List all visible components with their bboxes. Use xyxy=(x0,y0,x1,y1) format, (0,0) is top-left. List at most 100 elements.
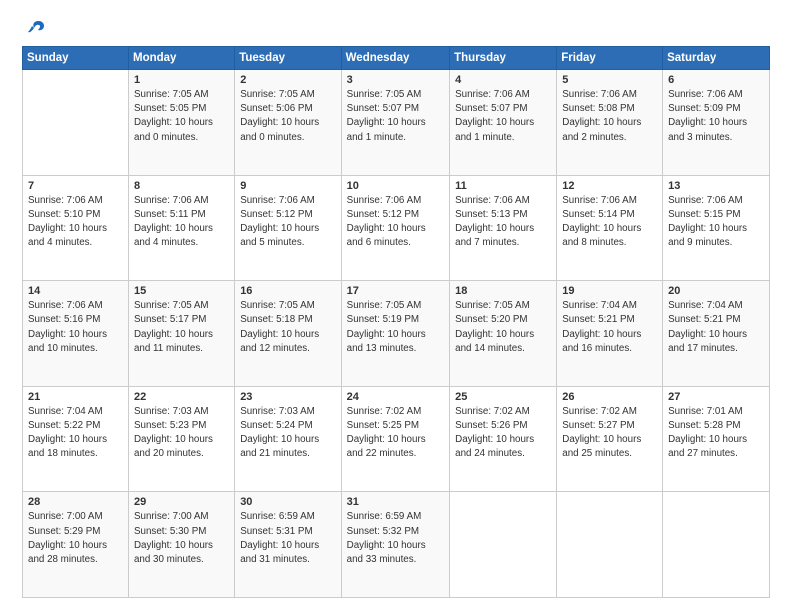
day-number: 22 xyxy=(134,391,229,403)
calendar-week-row: 7 Sunrise: 7:06 AM Sunset: 5:10 PM Daylig… xyxy=(23,175,770,281)
day-info: Sunrise: 7:02 AM Sunset: 5:25 PM Dayligh… xyxy=(347,405,444,462)
day-number: 8 xyxy=(134,180,229,192)
header xyxy=(22,18,770,38)
day-info: Sunrise: 7:00 AM Sunset: 5:29 PM Dayligh… xyxy=(28,510,123,567)
day-info: Sunrise: 7:03 AM Sunset: 5:23 PM Dayligh… xyxy=(134,405,229,462)
calendar-header-friday: Friday xyxy=(557,47,663,70)
day-number: 19 xyxy=(562,285,657,297)
calendar-cell: 31 Sunrise: 6:59 AM Sunset: 5:32 PM Dayli… xyxy=(341,492,449,598)
calendar-cell: 7 Sunrise: 7:06 AM Sunset: 5:10 PM Daylig… xyxy=(23,175,129,281)
calendar-cell: 5 Sunrise: 7:06 AM Sunset: 5:08 PM Daylig… xyxy=(557,70,663,176)
day-number: 18 xyxy=(455,285,551,297)
calendar-week-row: 21 Sunrise: 7:04 AM Sunset: 5:22 PM Dayli… xyxy=(23,386,770,492)
calendar-cell: 22 Sunrise: 7:03 AM Sunset: 5:23 PM Dayli… xyxy=(128,386,234,492)
day-info: Sunrise: 7:06 AM Sunset: 5:14 PM Dayligh… xyxy=(562,194,657,251)
day-number: 6 xyxy=(668,74,764,86)
calendar-cell: 30 Sunrise: 6:59 AM Sunset: 5:31 PM Dayli… xyxy=(235,492,341,598)
day-info: Sunrise: 7:02 AM Sunset: 5:27 PM Dayligh… xyxy=(562,405,657,462)
calendar-cell: 9 Sunrise: 7:06 AM Sunset: 5:12 PM Daylig… xyxy=(235,175,341,281)
day-info: Sunrise: 7:04 AM Sunset: 5:22 PM Dayligh… xyxy=(28,405,123,462)
calendar-cell: 4 Sunrise: 7:06 AM Sunset: 5:07 PM Daylig… xyxy=(450,70,557,176)
calendar-cell: 6 Sunrise: 7:06 AM Sunset: 5:09 PM Daylig… xyxy=(663,70,770,176)
day-number: 23 xyxy=(240,391,335,403)
day-info: Sunrise: 7:00 AM Sunset: 5:30 PM Dayligh… xyxy=(134,510,229,567)
day-info: Sunrise: 6:59 AM Sunset: 5:32 PM Dayligh… xyxy=(347,510,444,567)
calendar-cell: 24 Sunrise: 7:02 AM Sunset: 5:25 PM Dayli… xyxy=(341,386,449,492)
day-info: Sunrise: 7:05 AM Sunset: 5:19 PM Dayligh… xyxy=(347,299,444,356)
day-number: 29 xyxy=(134,496,229,508)
calendar-cell: 13Sunrise: 7:06 AM Sunset: 5:15 PM Dayli… xyxy=(663,175,770,281)
calendar-cell: 19 Sunrise: 7:04 AM Sunset: 5:21 PM Dayli… xyxy=(557,281,663,387)
page: SundayMondayTuesdayWednesdayThursdayFrid… xyxy=(0,0,792,612)
calendar-cell: 26 Sunrise: 7:02 AM Sunset: 5:27 PM Dayli… xyxy=(557,386,663,492)
day-number: 3 xyxy=(347,74,444,86)
day-number: 30 xyxy=(240,496,335,508)
day-number: 7 xyxy=(28,180,123,192)
day-info: Sunrise: 7:06 AM Sunset: 5:08 PM Dayligh… xyxy=(562,88,657,145)
day-info: Sunrise: 7:05 AM Sunset: 5:20 PM Dayligh… xyxy=(455,299,551,356)
day-number: 14 xyxy=(28,285,123,297)
day-number: 11 xyxy=(455,180,551,192)
day-info: Sunrise: 7:04 AM Sunset: 5:21 PM Dayligh… xyxy=(562,299,657,356)
day-number: 26 xyxy=(562,391,657,403)
calendar-cell xyxy=(663,492,770,598)
calendar-cell: 14Sunrise: 7:06 AM Sunset: 5:16 PM Dayli… xyxy=(23,281,129,387)
day-number: 17 xyxy=(347,285,444,297)
day-number: 9 xyxy=(240,180,335,192)
calendar-header-monday: Monday xyxy=(128,47,234,70)
calendar-header-sunday: Sunday xyxy=(23,47,129,70)
calendar-table: SundayMondayTuesdayWednesdayThursdayFrid… xyxy=(22,46,770,598)
calendar-header-tuesday: Tuesday xyxy=(235,47,341,70)
calendar-week-row: 14Sunrise: 7:06 AM Sunset: 5:16 PM Dayli… xyxy=(23,281,770,387)
calendar-cell xyxy=(450,492,557,598)
logo-bird-icon xyxy=(24,18,46,40)
calendar-cell: 1 Sunrise: 7:05 AM Sunset: 5:05 PM Daylig… xyxy=(128,70,234,176)
calendar-week-row: 28 Sunrise: 7:00 AM Sunset: 5:29 PM Dayli… xyxy=(23,492,770,598)
calendar-cell: 11 Sunrise: 7:06 AM Sunset: 5:13 PM Dayli… xyxy=(450,175,557,281)
day-number: 5 xyxy=(562,74,657,86)
calendar-cell: 17 Sunrise: 7:05 AM Sunset: 5:19 PM Dayli… xyxy=(341,281,449,387)
calendar-cell: 18 Sunrise: 7:05 AM Sunset: 5:20 PM Dayli… xyxy=(450,281,557,387)
day-number: 28 xyxy=(28,496,123,508)
day-info: Sunrise: 7:06 AM Sunset: 5:09 PM Dayligh… xyxy=(668,88,764,145)
day-info: Sunrise: 7:06 AM Sunset: 5:13 PM Dayligh… xyxy=(455,194,551,251)
day-number: 21 xyxy=(28,391,123,403)
day-number: 1 xyxy=(134,74,229,86)
day-number: 10 xyxy=(347,180,444,192)
day-number: 4 xyxy=(455,74,551,86)
calendar-header-saturday: Saturday xyxy=(663,47,770,70)
calendar-cell: 23 Sunrise: 7:03 AM Sunset: 5:24 PM Dayli… xyxy=(235,386,341,492)
calendar-week-row: 1 Sunrise: 7:05 AM Sunset: 5:05 PM Daylig… xyxy=(23,70,770,176)
day-info: Sunrise: 7:02 AM Sunset: 5:26 PM Dayligh… xyxy=(455,405,551,462)
calendar-cell: 20Sunrise: 7:04 AM Sunset: 5:21 PM Dayli… xyxy=(663,281,770,387)
day-number: 16 xyxy=(240,285,335,297)
day-info: Sunrise: 7:05 AM Sunset: 5:05 PM Dayligh… xyxy=(134,88,229,145)
day-info: Sunrise: 7:05 AM Sunset: 5:07 PM Dayligh… xyxy=(347,88,444,145)
day-number: 27 xyxy=(668,391,764,403)
calendar-cell: 27Sunrise: 7:01 AM Sunset: 5:28 PM Dayli… xyxy=(663,386,770,492)
calendar-cell xyxy=(23,70,129,176)
day-number: 15 xyxy=(134,285,229,297)
day-info: Sunrise: 7:05 AM Sunset: 5:06 PM Dayligh… xyxy=(240,88,335,145)
calendar-cell: 29 Sunrise: 7:00 AM Sunset: 5:30 PM Dayli… xyxy=(128,492,234,598)
day-number: 20 xyxy=(668,285,764,297)
calendar-cell: 28 Sunrise: 7:00 AM Sunset: 5:29 PM Dayli… xyxy=(23,492,129,598)
day-number: 25 xyxy=(455,391,551,403)
day-number: 24 xyxy=(347,391,444,403)
day-info: Sunrise: 7:05 AM Sunset: 5:17 PM Dayligh… xyxy=(134,299,229,356)
logo xyxy=(22,18,46,38)
calendar-cell: 25 Sunrise: 7:02 AM Sunset: 5:26 PM Dayli… xyxy=(450,386,557,492)
calendar-cell: 12Sunrise: 7:06 AM Sunset: 5:14 PM Dayli… xyxy=(557,175,663,281)
calendar-header-thursday: Thursday xyxy=(450,47,557,70)
calendar-cell: 10Sunrise: 7:06 AM Sunset: 5:12 PM Dayli… xyxy=(341,175,449,281)
day-info: Sunrise: 7:06 AM Sunset: 5:11 PM Dayligh… xyxy=(134,194,229,251)
day-info: Sunrise: 7:06 AM Sunset: 5:07 PM Dayligh… xyxy=(455,88,551,145)
day-info: Sunrise: 7:06 AM Sunset: 5:10 PM Dayligh… xyxy=(28,194,123,251)
calendar-cell: 3 Sunrise: 7:05 AM Sunset: 5:07 PM Daylig… xyxy=(341,70,449,176)
day-info: Sunrise: 7:03 AM Sunset: 5:24 PM Dayligh… xyxy=(240,405,335,462)
day-info: Sunrise: 6:59 AM Sunset: 5:31 PM Dayligh… xyxy=(240,510,335,567)
day-number: 2 xyxy=(240,74,335,86)
day-info: Sunrise: 7:06 AM Sunset: 5:12 PM Dayligh… xyxy=(240,194,335,251)
calendar-cell: 8 Sunrise: 7:06 AM Sunset: 5:11 PM Daylig… xyxy=(128,175,234,281)
day-number: 31 xyxy=(347,496,444,508)
